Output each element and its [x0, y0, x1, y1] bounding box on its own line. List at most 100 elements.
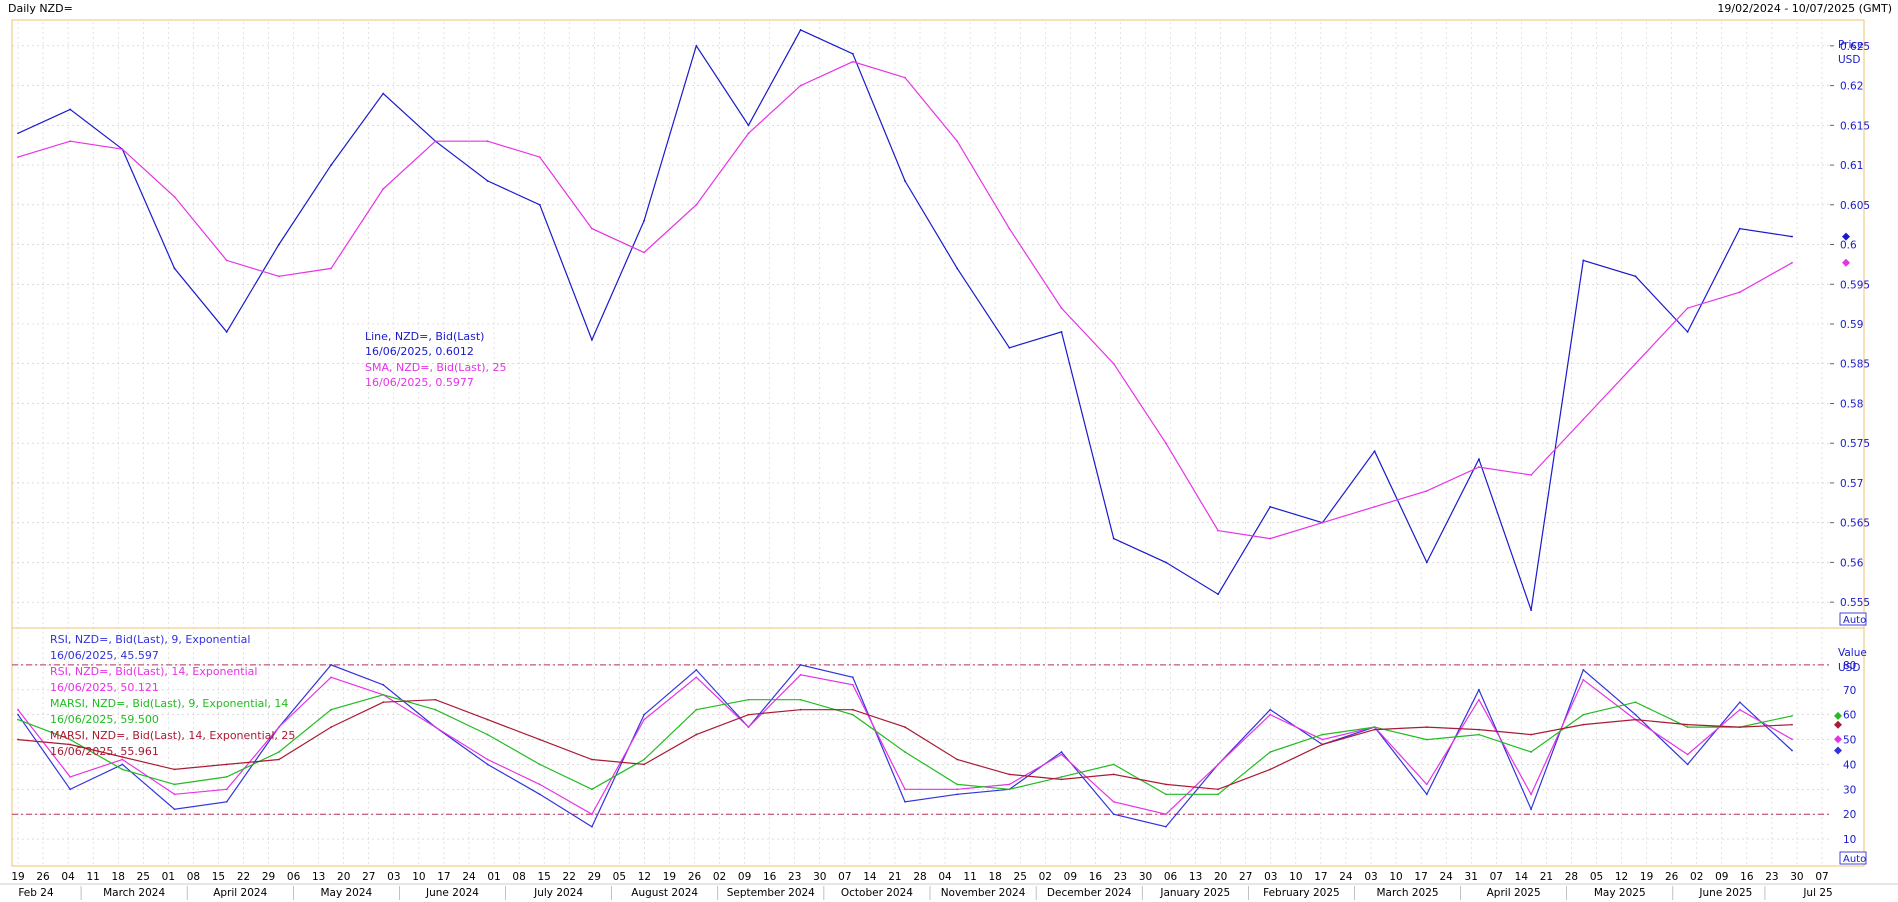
price-tick-label: 0.555	[1840, 597, 1870, 609]
marsi14-series-line-point	[747, 713, 750, 716]
x-day-tick: 08	[512, 871, 525, 883]
price-series-line-point	[330, 164, 332, 166]
marsi9-series-line-point	[486, 733, 489, 736]
sma-series-line-point	[330, 267, 332, 270]
sma-series-line-point	[1164, 442, 1167, 445]
sma-series-line-point	[1112, 362, 1115, 365]
marsi9-series-line-point	[747, 698, 750, 701]
x-day-tick: 01	[487, 871, 500, 883]
x-day-tick: 25	[1014, 871, 1027, 883]
price-series-line-point	[382, 92, 385, 95]
marsi9-series-line-point	[591, 788, 593, 791]
x-month-label: August 2024	[631, 887, 698, 899]
rsi9-series-line-point	[851, 676, 854, 679]
marsi14-series-line-point	[277, 758, 280, 761]
x-day-tick: 18	[988, 871, 1001, 883]
price-tick-label: 0.57	[1840, 478, 1863, 490]
rsi9-series-line-point	[591, 825, 593, 828]
price-series-line-point	[1686, 331, 1689, 333]
marsi9-series-line-point	[1060, 775, 1063, 778]
chart-area[interactable]: Price USD 0.6250.620.6150.610.6050.60.59…	[0, 0, 1898, 902]
rsi9-series-line-point	[330, 663, 332, 666]
sma-series-line-point	[1373, 505, 1376, 508]
sma-series-line-point	[747, 132, 750, 135]
marsi14-series-line-point	[799, 708, 802, 711]
marsi9-series-line-point	[1373, 726, 1376, 729]
legend-rsi14-label: RSI, NZD=, Bid(Last), 14, Exponential	[50, 665, 257, 678]
sma-series-line-point	[799, 84, 802, 87]
price-series-line-point	[695, 44, 698, 47]
rsi9-series-line-point	[1112, 813, 1115, 816]
osc-axis-title: Value	[1838, 647, 1867, 659]
osc-tick-label: 40	[1843, 759, 1856, 771]
rsi9-series-line-point	[1686, 763, 1689, 766]
marsi9-series-line-point	[1582, 713, 1585, 716]
x-day-tick: 07	[838, 871, 851, 883]
price-series-line-point	[1164, 561, 1167, 564]
sma-series-line-point	[1478, 466, 1480, 468]
rsi9-series-line-point	[1791, 749, 1793, 752]
rsi9-series-line-point	[225, 800, 228, 803]
rsi14-series-line-point	[225, 788, 228, 791]
legend-rsi9-label: RSI, NZD=, Bid(Last), 9, Exponential	[50, 633, 250, 646]
price-tick-label: 0.585	[1840, 359, 1870, 371]
sma-series-line-point	[1582, 418, 1585, 421]
marsi14-series-line-point	[1217, 788, 1219, 791]
price-series-line-point	[643, 219, 646, 222]
rsi14-series-line-point	[1582, 678, 1585, 681]
marsi9-series-line-point	[956, 783, 959, 786]
price-series-line-point	[1634, 275, 1637, 278]
rsi9-series-line-point	[643, 713, 646, 716]
rsi14-series-line-point	[277, 726, 280, 729]
osc-auto-label: Auto	[1843, 854, 1866, 865]
sma-series-line-point	[17, 156, 19, 159]
price-series-line-point	[747, 124, 750, 127]
x-day-tick: 27	[362, 871, 375, 883]
rsi14-series-line-point	[1425, 783, 1428, 786]
price-series-line-point	[1112, 537, 1115, 540]
marsi14-series-line-point	[1164, 783, 1167, 786]
x-month-label: January 2025	[1159, 887, 1230, 899]
marsi9-series-line-point	[277, 751, 280, 753]
osc-tick-label: 70	[1843, 685, 1856, 697]
price-series-line-point	[173, 267, 176, 270]
x-day-tick: 26	[688, 871, 702, 883]
marsi9-series-line-point	[225, 775, 228, 778]
price-series-line-point	[277, 243, 280, 246]
x-day-tick: 10	[1389, 871, 1402, 883]
rsi14-series-line-point	[956, 788, 959, 791]
marsi14-series-line-point	[17, 738, 19, 741]
rsi9-series-line-point	[69, 788, 72, 791]
price-series-line-point	[538, 203, 541, 206]
rsi14-series-line-point	[173, 793, 176, 796]
price-tick-label: 0.61	[1840, 160, 1863, 172]
price-tick-label: 0.62	[1840, 81, 1863, 93]
legend-line-label: Line, NZD=, Bid(Last)	[365, 330, 484, 343]
marsi14-series-line-point	[1008, 773, 1011, 776]
x-day-tick: 22	[563, 871, 576, 883]
rsi14-series-line-point	[1060, 753, 1063, 756]
date-x-axis[interactable]: 19 26 04 11 18 25 01 08 15 22 29 06 13 20 27 03 10 17 24 01…	[0, 871, 1898, 900]
sma-series-line-point	[1060, 307, 1063, 310]
price-series-line-point	[591, 338, 593, 341]
rsi14-series-line-point	[121, 758, 124, 761]
sma-series-line-point	[851, 60, 854, 63]
price-series-line-point	[1373, 450, 1376, 453]
price-series-line-point	[904, 180, 906, 182]
x-month-label: July 2024	[533, 887, 583, 899]
sma-series-line-point	[1686, 307, 1689, 310]
x-day-tick: 09	[738, 871, 751, 883]
x-month-label: June 2025	[1698, 887, 1752, 899]
x-day-tick: 28	[1565, 871, 1578, 883]
legend-sma-value: 16/06/2025, 0.5977	[365, 376, 474, 389]
x-month-label: March 2024	[103, 887, 165, 899]
price-tick-label: 0.605	[1840, 200, 1870, 212]
x-day-tick: 16	[1089, 871, 1103, 883]
rsi9-series-line-point	[1530, 808, 1533, 811]
x-day-tick: 24	[462, 871, 476, 883]
price-series-line-point	[1425, 561, 1428, 564]
rsi14-series-line-point	[1217, 763, 1219, 766]
x-day-tick: 14	[1515, 871, 1529, 883]
rsi9-series-line-point	[956, 793, 959, 796]
x-day-tick: 15	[212, 871, 225, 883]
